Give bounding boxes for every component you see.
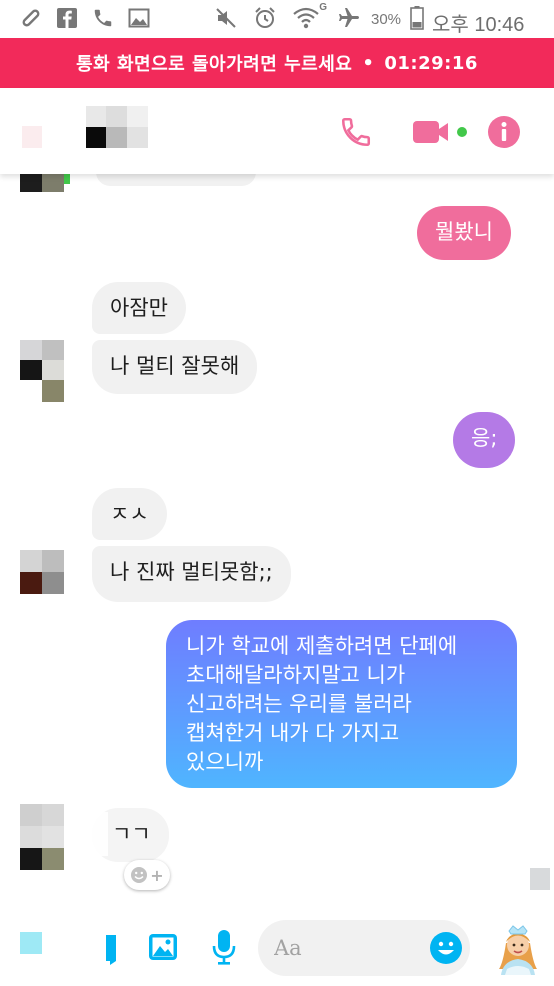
phone-icon [92,6,114,30]
sticker-icon [106,935,116,965]
add-reaction-button[interactable]: + [124,860,170,890]
emoji-button[interactable] [428,930,464,966]
battery-icon [409,6,425,30]
phone-icon [341,117,371,147]
emoji-icon [430,932,462,964]
info-icon [488,116,520,148]
battery-percent: 30% [371,11,402,28]
bubble-fade [86,812,108,856]
video-call-button[interactable] [410,114,470,150]
return-to-call-banner[interactable]: 통화 화면으로 돌아가려면 누르세요 • 01:29:16 [0,38,554,88]
composer-bar [0,912,554,986]
message-line: 초대해달라하지말고 니가 [186,663,406,687]
call-banner-separator: • [362,52,375,74]
menu-icon[interactable] [20,932,42,954]
reaction-plus: + [150,865,164,885]
message-line: 캡쳐한거 내가 다 가지고 [186,721,400,745]
incoming-message[interactable]: 아잠만 [92,282,186,334]
sender-avatar [20,550,64,598]
gallery-button[interactable] [144,928,182,966]
smiley-add-icon [131,867,148,883]
outgoing-message[interactable]: 뭘봤니 [417,206,511,260]
link-icon [20,6,42,30]
message-input-box[interactable] [258,920,470,976]
voice-button[interactable] [206,926,242,968]
scroll-indicator [530,868,550,890]
mute-icon [214,6,238,30]
wifi-label: G [319,2,327,13]
call-timer: 01:29:16 [384,52,478,74]
airplane-icon [336,6,362,30]
gallery-icon [149,934,177,960]
wifi-icon: G [289,2,327,30]
info-button[interactable] [486,114,522,150]
alarm-icon [253,6,277,30]
video-camera-icon [413,121,467,143]
partial-avatar [20,172,64,192]
microphone-icon [212,930,236,965]
clock: 오후 10:46 [432,14,525,36]
sender-avatar [20,804,64,870]
messenger-screen: G 30% 오후 10:46 통화 화면으로 돌아가려면 누르세요 • 01:2… [0,0,554,986]
message-line: 있으니까 [186,750,264,774]
outgoing-message[interactable]: 니가 학교에 제출하려면 단페에 초대해달라하지말고 니가 신고하려는 우리를 … [166,620,517,788]
outgoing-message[interactable]: 응; [453,412,516,468]
image-icon [128,6,150,30]
bitmoji-avatar-icon [499,925,537,975]
chat-header [0,88,554,174]
avatar-button[interactable] [492,922,544,976]
sender-avatar [20,340,64,402]
status-bar: G 30% 오후 10:46 [0,0,554,38]
message-input[interactable] [274,932,424,964]
back-pixel [22,126,42,148]
active-dot [64,174,70,184]
incoming-message[interactable]: 나 진짜 멀티못함;; [92,546,291,602]
sticker-button[interactable] [96,928,126,968]
incoming-message[interactable]: 나 멀티 잘못해 [92,340,258,394]
call-button[interactable] [336,112,376,152]
incoming-message[interactable]: ㅈㅅ [92,488,167,540]
call-banner-text: 통화 화면으로 돌아가려면 누르세요 [76,54,353,75]
message-line: 신고하려는 우리를 불러라 [186,692,412,716]
pixelated-avatar [86,106,148,148]
facebook-icon [56,6,78,30]
message-line: 니가 학교에 제출하려면 단페에 [186,634,458,658]
